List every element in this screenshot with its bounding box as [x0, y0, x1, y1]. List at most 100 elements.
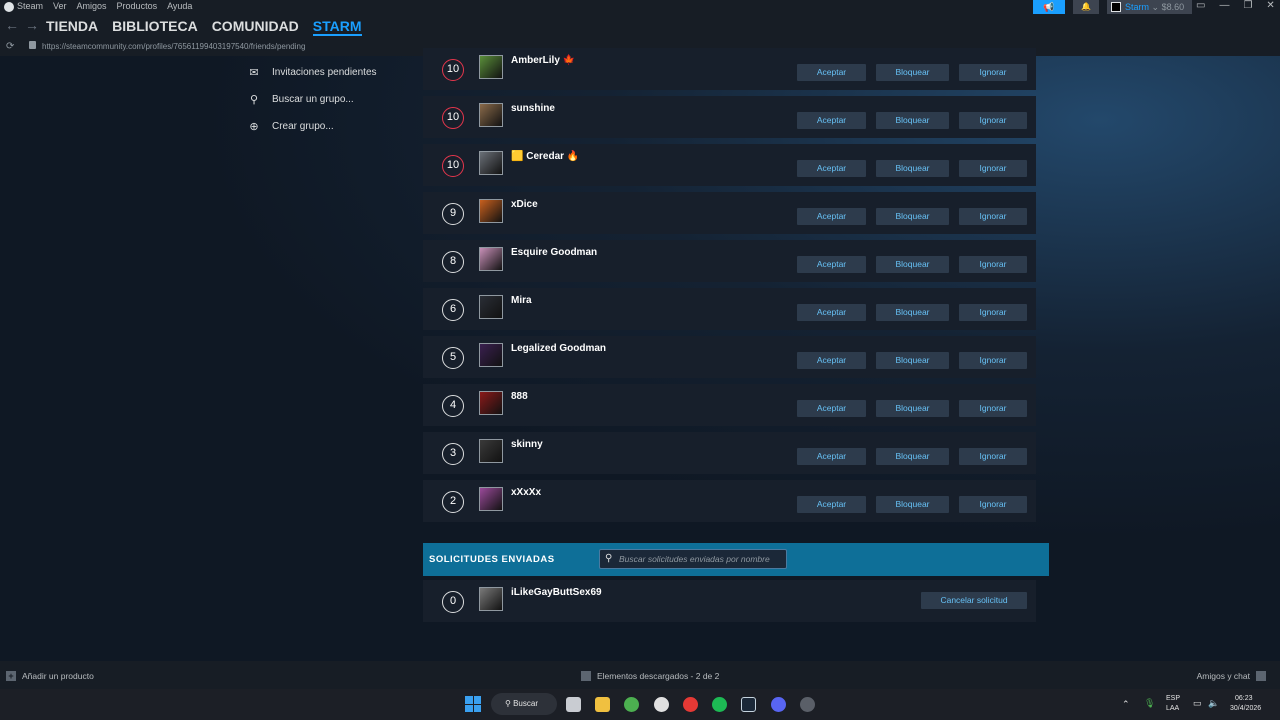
avatar[interactable]	[479, 103, 503, 127]
block-button[interactable]: Bloquear	[876, 496, 949, 513]
sidebar-item-search-group[interactable]: ⚲ Buscar un grupo...	[248, 93, 354, 106]
avatar[interactable]	[479, 343, 503, 367]
block-button[interactable]: Bloquear	[876, 64, 949, 81]
accept-button[interactable]: Aceptar	[797, 64, 866, 81]
chrome-profile-icon[interactable]	[654, 697, 669, 712]
accept-button[interactable]: Aceptar	[797, 448, 866, 465]
friend-name[interactable]: xXxXx	[511, 487, 541, 498]
avatar[interactable]	[479, 199, 503, 223]
friend-name[interactable]: Legalized Goodman	[511, 343, 606, 354]
block-button[interactable]: Bloquear	[876, 352, 949, 369]
ignore-button[interactable]: Ignorar	[959, 112, 1027, 129]
avatar[interactable]	[479, 439, 503, 463]
menu-productos[interactable]: Productos	[117, 1, 158, 11]
accept-button[interactable]: Aceptar	[797, 496, 866, 513]
clock-date[interactable]: 30/4/2026	[1230, 705, 1261, 712]
add-product-button[interactable]: + Añadir un producto	[6, 671, 94, 681]
ignore-button[interactable]: Ignorar	[959, 304, 1027, 321]
steam-taskbar-icon[interactable]	[741, 697, 756, 712]
close-icon[interactable]: ✕	[1266, 0, 1274, 11]
url-text[interactable]: https://steamcommunity.com/profiles/7656…	[42, 42, 305, 51]
friend-name[interactable]: 888	[511, 391, 528, 402]
nav-profile[interactable]: STARM	[312, 18, 362, 36]
ignore-button[interactable]: Ignorar	[959, 448, 1027, 465]
nav-biblioteca[interactable]: BIBLIOTECA	[112, 18, 198, 36]
friend-name[interactable]: xDice	[511, 199, 538, 210]
friend-name[interactable]: AmberLily 🍁	[511, 55, 575, 66]
friend-name[interactable]: sunshine	[511, 103, 555, 114]
friend-name[interactable]: iLikeGayButtSex69	[511, 587, 602, 598]
file-explorer-icon[interactable]	[595, 697, 610, 712]
ignore-button[interactable]: Ignorar	[959, 496, 1027, 513]
block-button[interactable]: Bloquear	[876, 448, 949, 465]
avatar[interactable]	[479, 247, 503, 271]
friend-name[interactable]: Esquire Goodman	[511, 247, 597, 258]
ignore-button[interactable]: Ignorar	[959, 160, 1027, 177]
menu-ayuda[interactable]: Ayuda	[167, 1, 192, 11]
friend-name[interactable]: Mira	[511, 295, 532, 306]
friend-name[interactable]: 🟨 Ceredar 🔥	[511, 151, 579, 162]
accept-button[interactable]: Aceptar	[797, 112, 866, 129]
windows-start-icon[interactable]	[465, 696, 481, 712]
nav-tienda[interactable]: TIENDA	[46, 18, 98, 36]
cancel-request-button[interactable]: Cancelar solicitud	[921, 592, 1027, 609]
back-arrow-icon[interactable]: ←	[5, 17, 25, 33]
sent-search-input[interactable]	[619, 552, 784, 566]
block-button[interactable]: Bloquear	[876, 112, 949, 129]
friend-name[interactable]: skinny	[511, 439, 543, 450]
avatar[interactable]	[479, 487, 503, 511]
minimize-icon[interactable]: —	[1219, 0, 1229, 11]
reload-icon[interactable]: ⟳	[6, 41, 14, 52]
chrome-icon[interactable]	[624, 697, 639, 712]
block-button[interactable]: Bloquear	[876, 304, 949, 321]
block-button[interactable]: Bloquear	[876, 160, 949, 177]
accept-button[interactable]: Aceptar	[797, 352, 866, 369]
discord-icon[interactable]	[771, 697, 786, 712]
ignore-button[interactable]: Ignorar	[959, 208, 1027, 225]
volume-icon[interactable]: 🔈	[1208, 698, 1219, 709]
notification-bell-icon[interactable]: 🔔	[1073, 0, 1099, 14]
menu-amigos[interactable]: Amigos	[77, 1, 107, 11]
avatar[interactable]	[479, 151, 503, 175]
sidebar-item-create-group[interactable]: ⊕ Crear grupo...	[248, 120, 333, 133]
chevron-up-icon[interactable]: ⌃	[1122, 699, 1130, 710]
microphone-icon[interactable]: 🎙	[1144, 698, 1155, 709]
block-button[interactable]: Bloquear	[876, 256, 949, 273]
ignore-button[interactable]: Ignorar	[959, 64, 1027, 81]
youtube-music-icon[interactable]	[683, 697, 698, 712]
menu-steam[interactable]: Steam	[17, 1, 43, 11]
language-code[interactable]: ESP	[1166, 695, 1180, 702]
accept-button[interactable]: Aceptar	[797, 400, 866, 417]
ignore-button[interactable]: Ignorar	[959, 256, 1027, 273]
forward-arrow-icon[interactable]: →	[25, 17, 45, 33]
clock-time[interactable]: 06:23	[1235, 695, 1253, 702]
ignore-button[interactable]: Ignorar	[959, 352, 1027, 369]
spotify-icon[interactable]	[712, 697, 727, 712]
avatar[interactable]	[479, 391, 503, 415]
friends-chat-button[interactable]: Amigos y chat	[1197, 671, 1266, 681]
network-icon[interactable]: ▭	[1193, 698, 1202, 709]
accept-button[interactable]: Aceptar	[797, 160, 866, 177]
big-picture-icon[interactable]: ▭	[1196, 0, 1205, 11]
accept-button[interactable]: Aceptar	[797, 256, 866, 273]
announcement-megaphone-icon[interactable]: 📢	[1033, 0, 1065, 14]
taskbar-search[interactable]: ⚲ Buscar	[491, 693, 557, 715]
list-item: 8 Esquire Goodman Aceptar Bloquear Ignor…	[423, 240, 1036, 282]
task-view-icon[interactable]	[566, 697, 581, 712]
nav-comunidad[interactable]: COMUNIDAD	[212, 18, 299, 36]
account-menu[interactable]: Starm ⌄ $8.60	[1107, 0, 1192, 14]
app-icon[interactable]	[800, 697, 815, 712]
ignore-button[interactable]: Ignorar	[959, 400, 1027, 417]
accept-button[interactable]: Aceptar	[797, 208, 866, 225]
block-button[interactable]: Bloquear	[876, 400, 949, 417]
downloads-status[interactable]: Elementos descargados - 2 de 2	[581, 671, 719, 681]
block-button[interactable]: Bloquear	[876, 208, 949, 225]
menu-ver[interactable]: Ver	[53, 1, 67, 11]
avatar[interactable]	[479, 55, 503, 79]
avatar[interactable]	[479, 295, 503, 319]
accept-button[interactable]: Aceptar	[797, 304, 866, 321]
keyboard-layout[interactable]: LAA	[1166, 705, 1179, 712]
avatar[interactable]	[479, 587, 503, 611]
maximize-icon[interactable]: ❐	[1243, 0, 1252, 11]
sidebar-item-pending-invites[interactable]: ✉ Invitaciones pendientes	[248, 66, 376, 79]
